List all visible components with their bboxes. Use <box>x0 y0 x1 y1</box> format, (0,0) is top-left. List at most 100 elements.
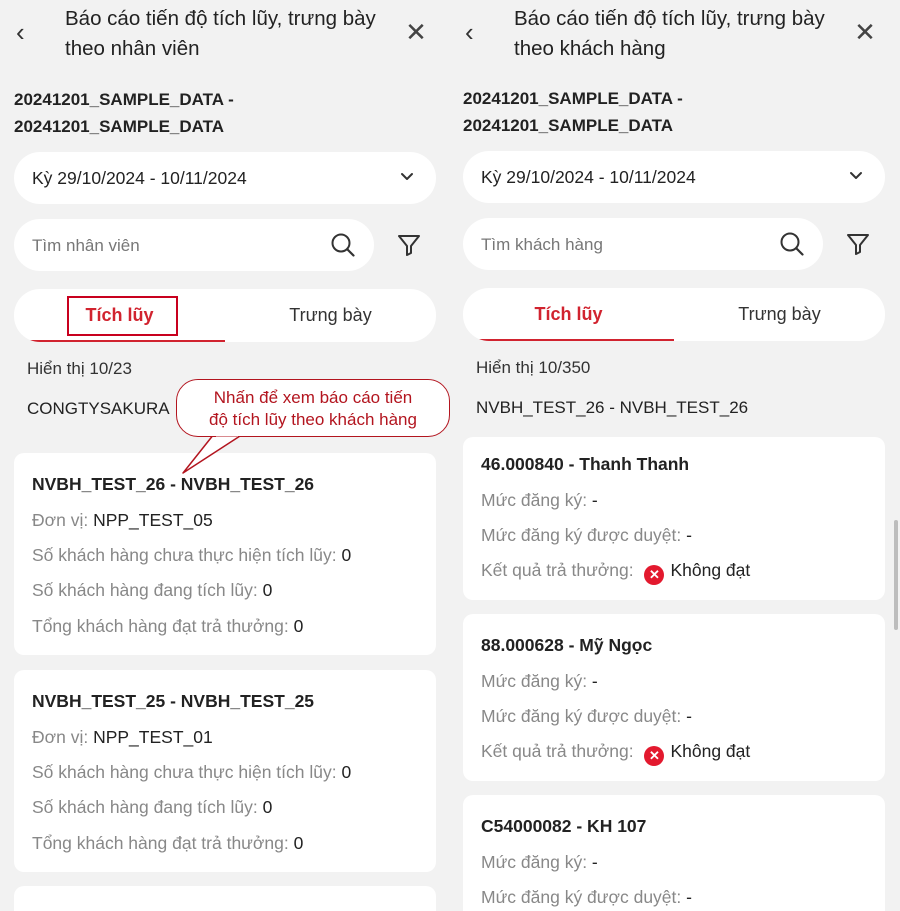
dataset-line: 20241201_SAMPLE_DATA <box>463 116 674 135</box>
search-icon[interactable] <box>779 231 805 257</box>
close-icon[interactable]: ✕ <box>854 18 876 46</box>
row-value: - <box>686 525 692 545</box>
card-row: Kết quả trả thưởng: ✕ Không đạt <box>481 741 750 766</box>
tab-accumulation[interactable]: Tích lũy <box>463 288 674 341</box>
row-label: Số khách hàng đang tích lũy: <box>32 797 263 817</box>
callout-line: Nhấn để xem báo cáo tiến <box>213 388 413 407</box>
card-row: Số khách hàng đang tích lũy: 0 <box>32 797 272 818</box>
dataset-label: 20241201_SAMPLE_DATA - 20241201_SAMPLE_D… <box>463 85 683 139</box>
row-label: Mức đăng ký được duyệt: <box>481 706 687 726</box>
row-label: Mức đăng ký: <box>481 490 592 510</box>
employee-card[interactable]: NVBH_TEST_25 - NVBH_TEST_25 Đơn vị: NPP_… <box>14 670 436 872</box>
dataset-line: 20241201_SAMPLE_DATA - <box>463 89 683 108</box>
employee-report-screen: ‹ Báo cáo tiến độ tích lũy, trưng bày th… <box>0 0 449 911</box>
row-label: Kết quả trả thưởng: <box>481 741 639 761</box>
customer-name: C54000082 - KH 107 <box>481 816 647 836</box>
close-circle-icon: ✕ <box>644 565 665 585</box>
row-value: - <box>591 490 598 510</box>
row-label: Mức đăng ký: <box>481 671 592 691</box>
row-value: 0 <box>293 833 304 853</box>
period-value: Kỳ 29/10/2024 - 10/11/2024 <box>32 168 247 188</box>
row-value: 0 <box>262 580 273 600</box>
card-row: Mức đăng ký được duyệt: - <box>481 887 692 908</box>
row-value: - <box>686 887 692 907</box>
group-label: CONGTYSAKURA <box>27 399 170 418</box>
row-label: Mức đăng ký được duyệt: <box>481 525 687 545</box>
customer-card[interactable]: C54000082 - KH 107 Mức đăng ký: - Mức đă… <box>463 795 885 911</box>
customer-report-screen: ‹ Báo cáo tiến độ tích lũy, trưng bày th… <box>449 0 898 911</box>
header: ‹ Báo cáo tiến độ tích lũy, trưng bày th… <box>0 0 449 70</box>
row-label: Số khách hàng chưa thực hiện tích lũy: <box>32 545 342 565</box>
filter-icon[interactable] <box>845 231 871 257</box>
row-value: NPP_TEST_05 <box>93 510 213 530</box>
row-value: 0 <box>262 797 273 817</box>
row-value: - <box>591 671 598 691</box>
row-value: 0 <box>341 762 352 782</box>
callout-line: độ tích lũy theo khách hàng <box>209 410 417 429</box>
card-row: Mức đăng ký được duyệt: - <box>481 706 692 727</box>
result-status: Không đạt <box>670 741 751 761</box>
close-circle-icon: ✕ <box>644 746 665 766</box>
annotation-callout: Nhấn để xem báo cáo tiến độ tích lũy the… <box>176 379 450 437</box>
card-row: Mức đăng ký được duyệt: - <box>481 525 692 546</box>
card-row: Mức đăng ký: - <box>481 852 598 873</box>
card-row: Đơn vị: NPP_TEST_01 <box>32 727 213 748</box>
tab-display[interactable]: Trưng bày <box>674 288 885 341</box>
period-dropdown[interactable]: Kỳ 29/10/2024 - 10/11/2024 <box>463 151 885 203</box>
tab-display[interactable]: Trưng bày <box>225 289 436 342</box>
row-label: Đơn vị: <box>32 510 94 530</box>
row-value: - <box>686 706 692 726</box>
card-row: Số khách hàng đang tích lũy: 0 <box>32 580 272 601</box>
employee-name: NVBH_TEST_26 - NVBH_TEST_26 <box>32 474 315 494</box>
result-count: Hiển thị 10/23 <box>27 359 132 378</box>
page-title: Báo cáo tiến độ tích lũy, trưng bày theo… <box>514 7 825 60</box>
page-title: Báo cáo tiến độ tích lũy, trưng bày theo… <box>65 7 376 60</box>
period-value: Kỳ 29/10/2024 - 10/11/2024 <box>481 167 696 187</box>
row-value: 0 <box>341 545 352 565</box>
customer-name: 88.000628 - Mỹ Ngọc <box>481 635 653 655</box>
highlight-box <box>67 296 178 336</box>
row-label: Số khách hàng chưa thực hiện tích lũy: <box>32 762 342 782</box>
search-icon[interactable] <box>330 232 356 258</box>
card-row: Mức đăng ký: - <box>481 490 598 511</box>
row-label: Mức đăng ký: <box>481 852 592 872</box>
search-placeholder: Tìm khách hàng <box>481 235 603 254</box>
customer-card[interactable]: 88.000628 - Mỹ Ngọc Mức đăng ký: - Mức đ… <box>463 614 885 781</box>
close-icon[interactable]: ✕ <box>405 18 427 46</box>
dataset-label: 20241201_SAMPLE_DATA - 20241201_SAMPLE_D… <box>14 86 234 140</box>
result-status: Không đạt <box>670 560 751 580</box>
chevron-down-icon <box>401 173 413 180</box>
card-row: Tổng khách hàng đạt trả thưởng: 0 <box>32 833 303 854</box>
search-placeholder: Tìm nhân viên <box>32 236 140 255</box>
row-label: Mức đăng ký được duyệt: <box>481 887 687 907</box>
customer-name: 46.000840 - Thanh Thanh <box>481 454 690 474</box>
card-row: Tổng khách hàng đạt trả thưởng: 0 <box>32 616 303 637</box>
row-value: - <box>591 852 598 872</box>
search-input[interactable]: Tìm khách hàng <box>463 218 823 270</box>
tab-bar: Tích lũy Trưng bày <box>463 288 885 341</box>
period-dropdown[interactable]: Kỳ 29/10/2024 - 10/11/2024 <box>14 152 436 204</box>
dataset-line: 20241201_SAMPLE_DATA <box>14 117 225 136</box>
header: ‹ Báo cáo tiến độ tích lũy, trưng bày th… <box>449 0 898 70</box>
chevron-down-icon <box>850 172 862 179</box>
row-label: Tổng khách hàng đạt trả thưởng: <box>32 616 294 636</box>
back-icon[interactable]: ‹ <box>16 18 40 46</box>
row-label: Tổng khách hàng đạt trả thưởng: <box>32 833 294 853</box>
scrollbar[interactable] <box>894 520 898 630</box>
card-row: Mức đăng ký: - <box>481 671 598 692</box>
employee-name: NVBH_TEST_25 - NVBH_TEST_25 <box>32 691 315 711</box>
employee-card[interactable] <box>14 886 436 911</box>
back-icon[interactable]: ‹ <box>465 18 489 46</box>
customer-card[interactable]: 46.000840 - Thanh Thanh Mức đăng ký: - M… <box>463 437 885 600</box>
filter-icon[interactable] <box>396 232 422 258</box>
employee-card[interactable]: NVBH_TEST_26 - NVBH_TEST_26 Đơn vị: NPP_… <box>14 453 436 655</box>
card-row: Đơn vị: NPP_TEST_05 <box>32 510 213 531</box>
row-label: Số khách hàng đang tích lũy: <box>32 580 263 600</box>
card-row: Số khách hàng chưa thực hiện tích lũy: 0 <box>32 545 351 566</box>
search-input[interactable]: Tìm nhân viên <box>14 219 374 271</box>
dataset-line: 20241201_SAMPLE_DATA - <box>14 90 234 109</box>
card-row: Kết quả trả thưởng: ✕ Không đạt <box>481 560 750 585</box>
result-count: Hiển thị 10/350 <box>476 358 591 377</box>
row-label: Kết quả trả thưởng: <box>481 560 639 580</box>
card-row: Số khách hàng chưa thực hiện tích lũy: 0 <box>32 762 351 783</box>
